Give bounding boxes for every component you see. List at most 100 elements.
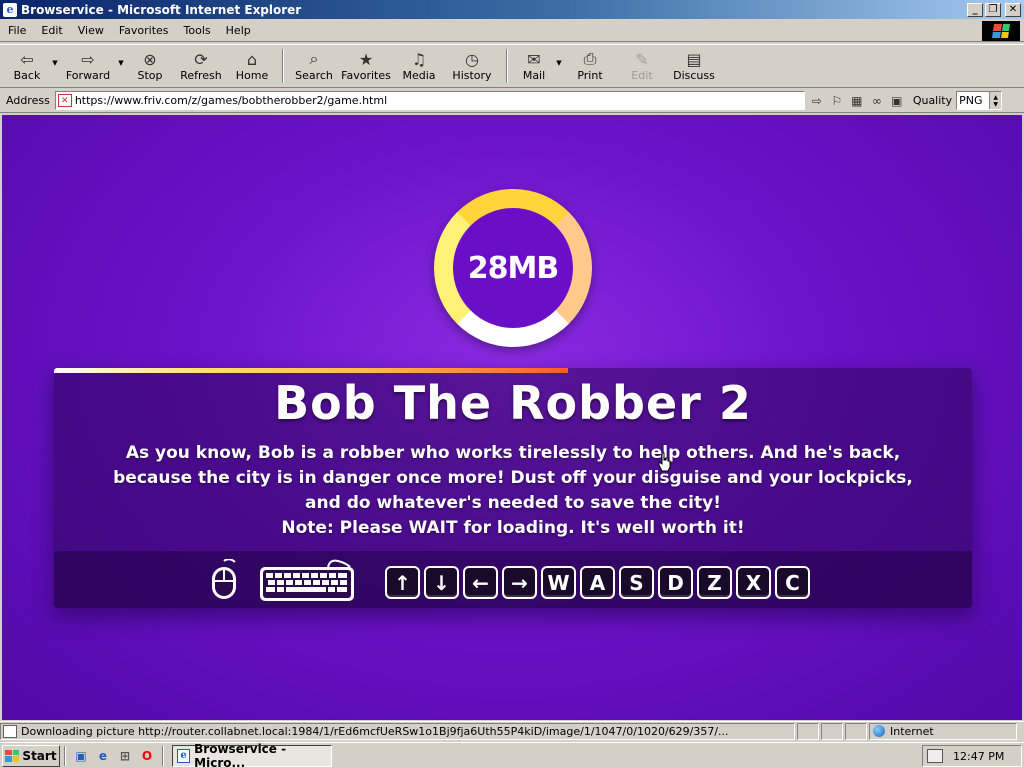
print-icon: ⎙ — [583, 49, 597, 68]
taskbar-separator — [64, 745, 66, 766]
refresh-icon: ⟳ — [194, 49, 208, 69]
search-icon: ⌕ — [309, 49, 319, 68]
key-s: S — [619, 566, 654, 599]
tray-app-icon[interactable] — [927, 749, 943, 763]
toolbar-separator — [282, 49, 284, 83]
discuss-icon: ▤ — [686, 49, 702, 69]
game-description: As you know, Bob is a robber who works t… — [64, 441, 962, 541]
taskbar: Start ▣ e ⊞ O e Browservice - Micro... 1… — [0, 742, 1024, 768]
discuss-label: Discuss — [673, 69, 715, 82]
menu-file[interactable]: File — [0, 24, 33, 37]
quality-value: PNG — [959, 94, 983, 107]
go-arrow-icon[interactable]: ⇨ — [807, 91, 827, 110]
close-button[interactable]: ✕ — [1005, 2, 1021, 17]
key-c: C — [775, 566, 810, 599]
system-tray: 12:47 PM — [922, 745, 1022, 767]
search-label: Search — [295, 69, 333, 82]
opera-icon[interactable]: O — [138, 747, 156, 765]
mail-dropdown-icon[interactable]: ▼ — [554, 45, 564, 87]
key-up: ↑ — [385, 566, 420, 599]
start-label: Start — [22, 748, 57, 763]
edit-label: Edit — [631, 69, 653, 82]
key-right: → — [502, 566, 537, 599]
clipboard-icon[interactable]: ▣ — [887, 91, 907, 110]
key-left: ← — [463, 566, 498, 599]
back-label: Back — [13, 69, 41, 82]
loading-progress-bar — [54, 368, 568, 373]
window-title: Browservice - Microsoft Internet Explore… — [21, 2, 302, 17]
history-button[interactable]: ◷ History — [444, 45, 500, 87]
bookmark-icon[interactable]: ⚐ — [827, 91, 847, 110]
stop-button[interactable]: ⊗ Stop — [126, 45, 174, 87]
network-icon[interactable]: ⊞ — [116, 747, 134, 765]
size-badge: 28MB — [467, 250, 559, 286]
size-ring-center: 28MB — [453, 208, 573, 328]
back-dropdown-icon[interactable]: ▼ — [50, 45, 60, 87]
stop-icon: ⊗ — [143, 49, 157, 69]
quality-select[interactable]: PNG ▲ ▼ — [956, 91, 1003, 110]
description-line: and do whatever's needed to save the cit… — [305, 493, 721, 513]
status-cell — [845, 722, 867, 740]
menu-bar: File Edit View Favorites Tools Help — [0, 20, 1024, 42]
address-url[interactable]: https://www.friv.com/z/games/bobtherobbe… — [75, 94, 387, 107]
show-desktop-icon[interactable]: ▣ — [72, 747, 90, 765]
print-button[interactable]: ⎙ Print — [564, 45, 616, 87]
mail-button[interactable]: ✉ Mail — [514, 45, 554, 87]
menu-tools[interactable]: Tools — [176, 24, 218, 37]
description-line: because the city is in danger once more!… — [113, 468, 913, 488]
standard-toolbar: ⇦ Back ▼ ⇨ Forward ▼ ⊗ Stop ⟳ Refresh ⌂ … — [0, 44, 1024, 88]
page-icon: ✕ — [57, 94, 72, 107]
windows-flag-icon — [5, 749, 20, 762]
status-text-panel: Downloading picture http://router.collab… — [0, 722, 795, 740]
print-label: Print — [577, 69, 603, 82]
page-loading-icon — [3, 724, 17, 738]
page-view-icon[interactable]: ▦ — [847, 91, 867, 110]
security-zone: Internet — [869, 722, 1017, 740]
back-button[interactable]: ⇦ Back — [4, 45, 50, 87]
quality-label: Quality — [912, 94, 953, 107]
clock[interactable]: 12:47 PM — [953, 750, 1004, 763]
media-button[interactable]: ♫ Media — [394, 45, 444, 87]
stop-label: Stop — [137, 69, 163, 82]
hand-cursor-icon — [658, 452, 671, 472]
keyboard-icon — [260, 559, 354, 601]
game-title: Bob The Robber 2 — [274, 376, 752, 430]
internet-explorer-icon[interactable]: e — [94, 747, 112, 765]
minimize-button[interactable]: _ — [967, 2, 983, 17]
media-icon: ♫ — [411, 49, 427, 69]
description-line: As you know, Bob is a robber who works t… — [125, 443, 901, 463]
address-input[interactable]: ✕ https://www.friv.com/z/games/bobtherob… — [54, 91, 805, 110]
media-label: Media — [402, 69, 436, 82]
key-a: A — [580, 566, 615, 599]
favorites-button[interactable]: ★ Favorites — [338, 45, 394, 87]
forward-button[interactable]: ⇨ Forward — [60, 45, 116, 87]
discuss-button[interactable]: ▤ Discuss — [668, 45, 720, 87]
address-bar: Address ✕ https://www.friv.com/z/games/b… — [0, 89, 1024, 113]
menu-edit[interactable]: Edit — [33, 24, 69, 37]
forward-label: Forward — [65, 69, 111, 82]
edit-icon: ✎ — [635, 49, 649, 69]
menu-view[interactable]: View — [70, 24, 111, 37]
windows-logo-icon — [982, 21, 1020, 41]
taskbar-window-button[interactable]: e Browservice - Micro... — [172, 742, 332, 768]
quality-spinner-icon[interactable]: ▲ ▼ — [989, 92, 1002, 109]
ie-app-icon[interactable]: e — [3, 2, 17, 17]
home-button[interactable]: ⌂ Home — [228, 45, 276, 87]
control-keys: ↑ ↓ ← → W A S D Z X C — [385, 566, 810, 599]
address-label: Address — [6, 94, 50, 107]
refresh-button[interactable]: ⟳ Refresh — [174, 45, 228, 87]
start-button[interactable]: Start — [2, 744, 60, 767]
menu-favorites[interactable]: Favorites — [111, 24, 176, 37]
loading-note: Note: Please WAIT for loading. It's well… — [281, 518, 745, 538]
page-viewport[interactable]: 28MB Bob The Robber 2 As you know, Bob i… — [2, 115, 1022, 720]
binoculars-icon[interactable]: ∞ — [867, 91, 887, 110]
mail-label: Mail — [522, 69, 546, 82]
forward-dropdown-icon[interactable]: ▼ — [116, 45, 126, 87]
home-icon: ⌂ — [246, 49, 258, 69]
favorites-label: Favorites — [341, 69, 391, 82]
favorites-icon: ★ — [358, 49, 374, 69]
menu-help[interactable]: Help — [218, 24, 258, 37]
maximize-button[interactable]: ❐ — [985, 2, 1001, 17]
game-info-panel: Bob The Robber 2 As you know, Bob is a r… — [54, 368, 972, 608]
search-button[interactable]: ⌕ Search — [290, 45, 338, 87]
